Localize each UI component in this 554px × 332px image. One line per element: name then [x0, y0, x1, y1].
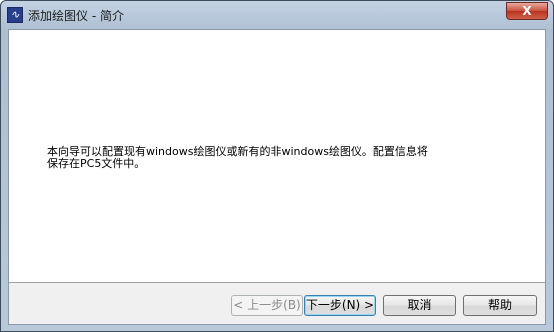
help-button[interactable]: 帮助 [463, 295, 537, 316]
dialog-client-area: 本向导可以配置现有windows绘图仪或新有的非windows绘图仪。配置信息将… [8, 29, 546, 325]
close-button[interactable]: X [506, 2, 548, 20]
dialog-window: ∿ 添加绘图仪 - 简介 X 本向导可以配置现有windows绘图仪或新有的非w… [0, 0, 554, 332]
plotter-app-icon: ∿ [7, 7, 23, 23]
intro-panel: 本向导可以配置现有windows绘图仪或新有的非windows绘图仪。配置信息将… [9, 30, 545, 283]
title-bar[interactable]: ∿ 添加绘图仪 - 简介 X [1, 1, 553, 29]
intro-line-2: 保存在PC5文件中。 [47, 157, 146, 170]
next-button[interactable]: 下一步(N) > [304, 295, 376, 316]
intro-text: 本向导可以配置现有windows绘图仪或新有的非windows绘图仪。配置信息将… [47, 146, 487, 170]
back-button[interactable]: < 上一步(B) [231, 295, 303, 316]
window-title: 添加绘图仪 - 简介 [28, 9, 124, 23]
cancel-button[interactable]: 取消 [383, 295, 456, 316]
